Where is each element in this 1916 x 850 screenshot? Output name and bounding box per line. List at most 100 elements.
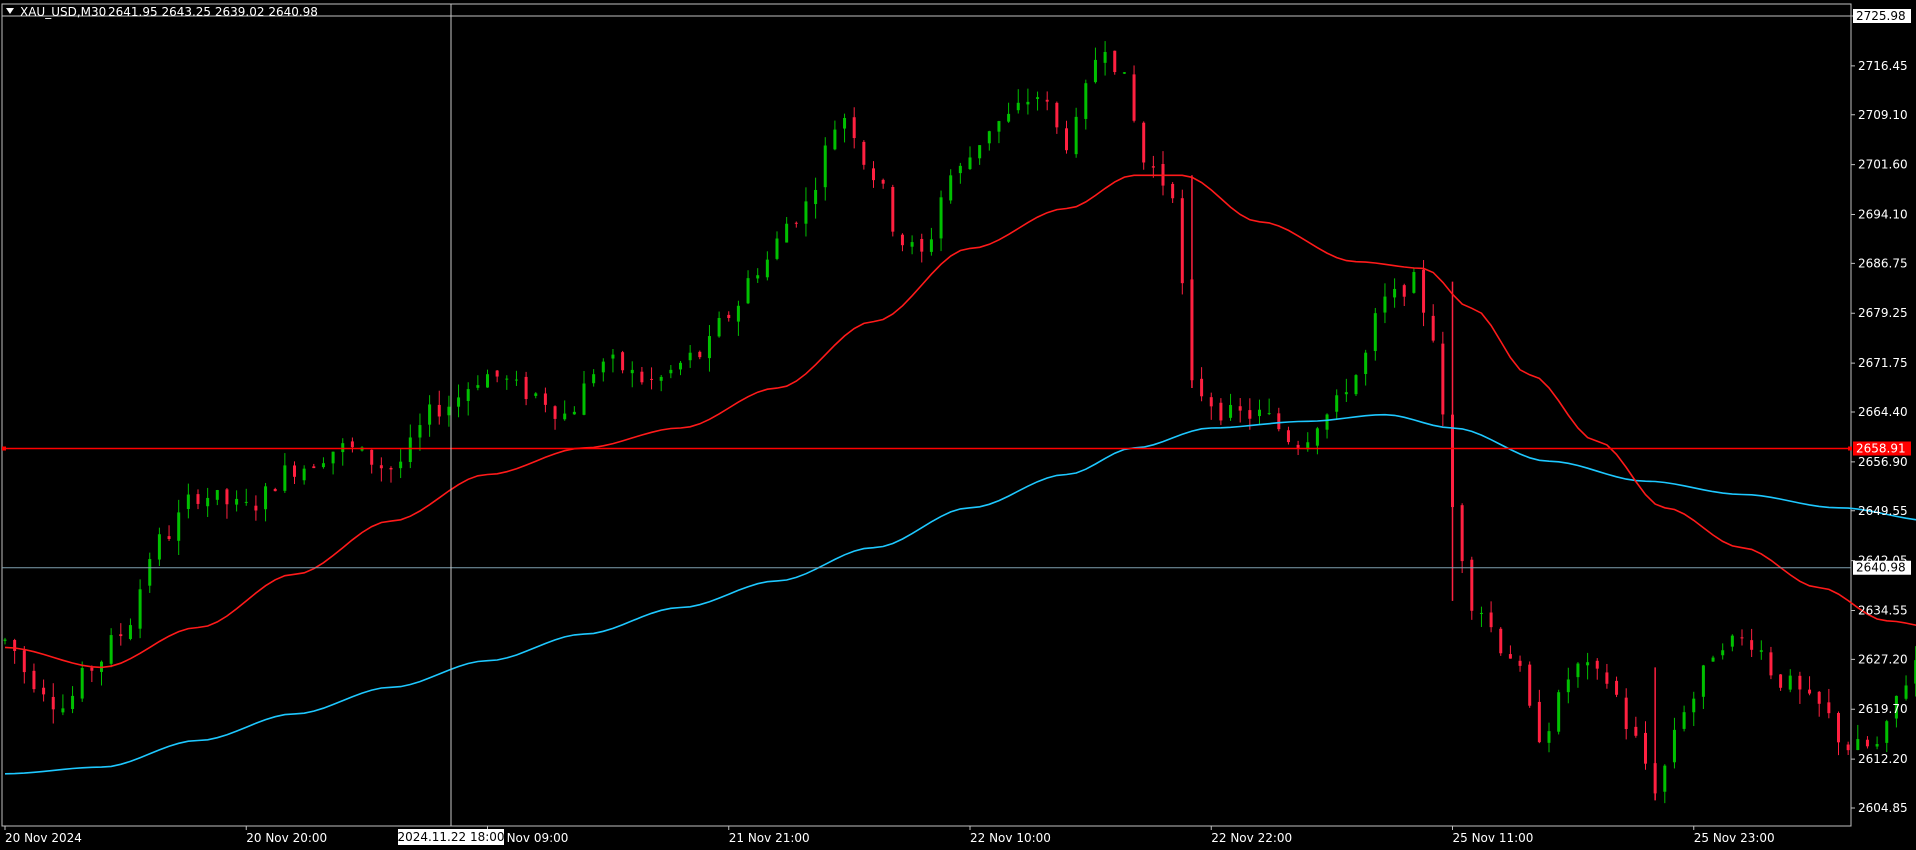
candle-body: [466, 389, 470, 402]
candle-body: [389, 468, 393, 470]
candle-body: [457, 397, 461, 407]
candle-body: [968, 157, 972, 170]
crosshair-time-label: 2024.11.22 18:00: [397, 830, 504, 844]
candle-body: [659, 376, 663, 381]
candle-body: [765, 259, 769, 278]
candle-body: [1026, 101, 1030, 105]
candle-body: [1296, 444, 1300, 448]
candle-body: [42, 687, 46, 695]
price-tick-label: 2627.20: [1858, 652, 1908, 666]
candle-body: [785, 223, 789, 243]
candle-body: [1238, 406, 1242, 411]
candle-body: [1093, 59, 1097, 83]
price-tick-label: 2671.75: [1858, 356, 1908, 370]
candle-body: [1634, 726, 1638, 736]
candle-body: [1808, 689, 1812, 694]
chart-canvas[interactable]: 2723.952716.452709.102701.602694.102686.…: [0, 0, 1916, 850]
candle-body: [543, 393, 547, 405]
candle-body: [775, 238, 779, 259]
candle-body: [1817, 691, 1821, 704]
candle-body: [1393, 288, 1397, 298]
candle-body: [1557, 692, 1561, 732]
candle-body: [1132, 74, 1136, 121]
candle-body: [1566, 679, 1570, 693]
candle-body: [514, 379, 518, 381]
candle-body: [1412, 272, 1416, 293]
candle-body: [1489, 612, 1493, 628]
price-tick-label: 2679.25: [1858, 306, 1908, 320]
candle-body: [341, 443, 345, 453]
symbol-label: XAU_USD,M30: [20, 5, 106, 19]
time-tick-label: 22 Nov 22:00: [1211, 831, 1292, 845]
candle-body: [1036, 97, 1040, 99]
candle-body: [32, 670, 36, 690]
candle-body: [1219, 402, 1223, 421]
candle-body: [958, 165, 962, 174]
candle-body: [1229, 404, 1233, 418]
price-tick-label: 2686.75: [1858, 256, 1908, 270]
candle-body: [1373, 313, 1377, 352]
price-tick-label: 2656.90: [1858, 455, 1908, 469]
candle-body: [312, 466, 316, 469]
candle-body: [1267, 413, 1271, 415]
chart-window[interactable]: 2723.952716.452709.102701.602694.102686.…: [0, 0, 1916, 850]
candle-body: [1007, 113, 1011, 122]
candle-body: [1151, 166, 1155, 168]
candle-body: [486, 374, 489, 388]
candle-body: [1537, 701, 1541, 743]
candle-body: [1286, 430, 1290, 443]
candle-body: [1508, 654, 1512, 659]
candle-body: [428, 404, 432, 425]
candle-body: [1779, 674, 1783, 688]
candle-body: [1065, 128, 1068, 151]
candle-body: [563, 413, 567, 420]
candle-body: [640, 371, 644, 383]
candle-body: [1084, 83, 1088, 119]
time-tick-label: 21 Nov 21:00: [729, 831, 810, 845]
ohlc-values: 2641.95 2643.25 2639.02 2640.98: [108, 5, 318, 19]
candle-body: [61, 708, 65, 713]
candle-body: [264, 486, 268, 510]
candle-body: [437, 404, 441, 417]
candle-body: [476, 385, 480, 388]
candle-body: [447, 406, 451, 416]
candle-body: [746, 278, 750, 304]
price-tick-label: 2604.85: [1858, 801, 1908, 815]
candle-body: [1518, 660, 1522, 666]
time-tick-label: 25 Nov 23:00: [1694, 831, 1775, 845]
candle-body: [235, 498, 239, 505]
candle-body: [736, 305, 740, 322]
candle-body: [1113, 50, 1117, 73]
candle-body: [1528, 664, 1532, 706]
candle-body: [1344, 392, 1348, 395]
candle-body: [1364, 352, 1368, 375]
price-tick-label: 2634.55: [1858, 603, 1908, 617]
candle-body: [900, 234, 904, 246]
candle-body: [1576, 663, 1580, 678]
candle-body: [1692, 698, 1696, 713]
candle-body: [302, 468, 306, 481]
candle-body: [1074, 116, 1078, 155]
candle-body: [1846, 744, 1850, 751]
candle-body: [3, 639, 7, 641]
candle-body: [1180, 198, 1184, 284]
candle-body: [1644, 732, 1647, 764]
candle-body: [1586, 662, 1590, 666]
candle-body: [717, 317, 721, 337]
price-tick-label: 2716.45: [1858, 59, 1908, 73]
candle-body: [1711, 657, 1715, 662]
candle-body: [1431, 315, 1435, 341]
candle-body: [669, 369, 673, 374]
candle-body: [331, 451, 335, 464]
candle-body: [804, 201, 808, 224]
candle-body: [698, 351, 702, 358]
candle-body: [891, 187, 895, 232]
candle-body: [244, 501, 248, 503]
candle-body: [794, 222, 798, 224]
bid-price-badge: 2640.98: [1856, 561, 1906, 575]
candle-body: [1200, 378, 1204, 397]
candle-body: [1325, 414, 1329, 430]
hline-left-handle: [2, 446, 6, 451]
candle-body: [196, 494, 200, 504]
candle-body: [1142, 122, 1146, 163]
